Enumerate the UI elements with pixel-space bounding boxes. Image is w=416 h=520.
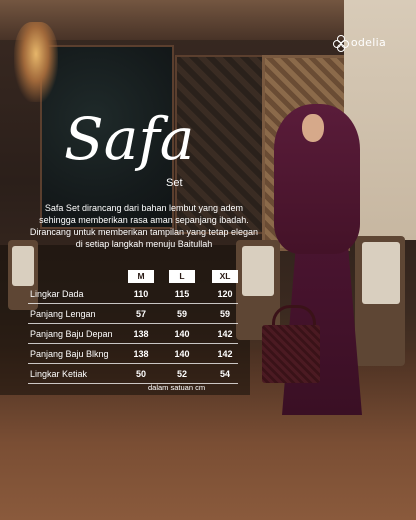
size-column-header: M (128, 270, 154, 283)
size-table: M L XL Lingkar Dada 110 115 120 Panjang … (28, 270, 238, 384)
product-subtitle: Set (166, 177, 183, 189)
table-cell: 142 (217, 349, 233, 359)
table-row: Lingkar Ketiak 50 52 54 (28, 364, 238, 384)
product-title: Safa (64, 105, 195, 173)
brand-name: odelia (350, 35, 386, 49)
row-label: Panjang Baju Blkng (30, 349, 109, 359)
handbag (262, 325, 320, 383)
table-cell: 115 (174, 289, 190, 299)
table-cell: 120 (217, 289, 233, 299)
product-banner: odelia Safa Set Safa Set dirancang dari … (0, 0, 416, 520)
table-cell: 54 (219, 369, 230, 379)
table-cell: 59 (219, 309, 230, 319)
table-row: Panjang Baju Blkng 138 140 142 (28, 344, 238, 364)
table-cell: 140 (174, 329, 190, 339)
table-cell: 138 (133, 329, 149, 339)
table-cell: 138 (133, 349, 149, 359)
table-row: Panjang Lengan 57 59 59 (28, 304, 238, 324)
flower-icon (332, 35, 349, 52)
table-cell: 142 (217, 329, 233, 339)
size-column-header: L (169, 270, 195, 283)
table-row: Lingkar Dada 110 115 120 (28, 284, 238, 304)
table-cell: 59 (176, 309, 187, 319)
row-label: Lingkar Ketiak (30, 369, 88, 379)
table-cell: 140 (174, 349, 190, 359)
model-photo (262, 100, 382, 420)
table-cell: 57 (135, 309, 146, 319)
table-cell: 110 (133, 289, 149, 299)
table-cell: 50 (135, 369, 146, 379)
row-label: Lingkar Dada (30, 289, 84, 299)
product-description: Safa Set dirancang dari bahan lembut yan… (29, 203, 259, 249)
table-cell: 52 (176, 369, 187, 379)
table-row: Panjang Baju Depan 138 140 142 (28, 324, 238, 344)
size-column-header: XL (212, 270, 238, 283)
row-label: Panjang Lengan (30, 309, 96, 319)
size-table-header: M L XL (28, 270, 238, 284)
model-face (302, 114, 324, 142)
row-label: Panjang Baju Depan (30, 329, 113, 339)
unit-note: dalam satuan cm (148, 383, 206, 392)
brand-logo: odelia (332, 35, 386, 52)
chandelier (14, 22, 58, 102)
